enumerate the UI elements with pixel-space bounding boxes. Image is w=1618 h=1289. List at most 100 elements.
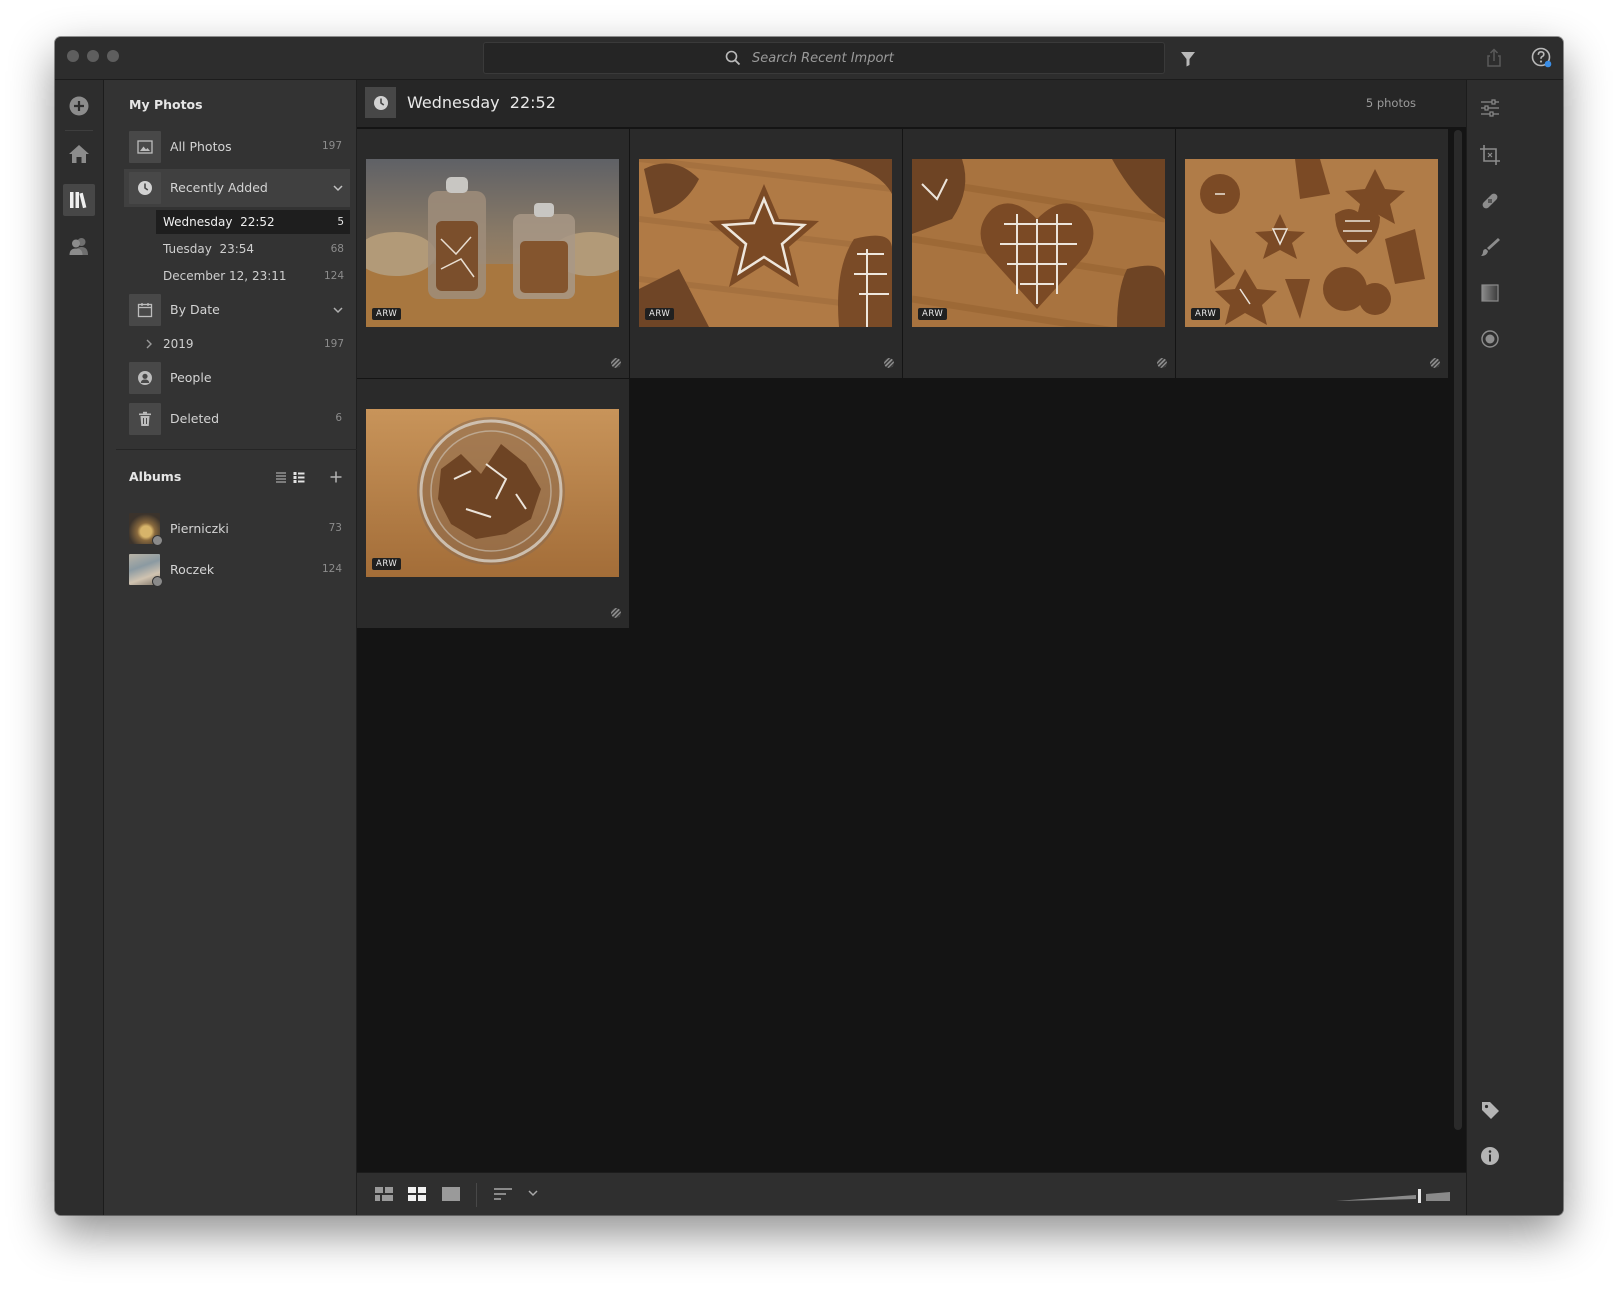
album-count: 124: [321, 563, 342, 575]
grid-title: Wednesday 22:52: [407, 93, 556, 112]
people-icon-box: [129, 362, 161, 394]
grid-scrollbar[interactable]: [1454, 130, 1462, 1130]
photo-cell[interactable]: ARW: [357, 129, 629, 378]
info-button[interactable]: [1477, 1143, 1503, 1169]
chevron-down-icon[interactable]: [332, 182, 344, 194]
raw-format-badge: ARW: [1191, 308, 1221, 320]
sync-stack-icon: [1430, 358, 1440, 368]
raw-format-badge: ARW: [372, 308, 402, 320]
radial-gradient-button[interactable]: [1477, 326, 1503, 352]
year-item[interactable]: 2019 197: [146, 332, 350, 356]
left-rail: [55, 80, 104, 1215]
album-label: Pierniczki: [170, 521, 229, 536]
people-icon: [69, 238, 88, 255]
linear-gradient-icon: [1481, 284, 1499, 302]
recent-import-item[interactable]: Tuesday 23:54 68: [156, 237, 350, 261]
recent-import-count: 5: [337, 216, 344, 228]
sidebar-item-recently-added[interactable]: Recently Added: [124, 169, 350, 207]
photo-cell[interactable]: ARW: [1176, 129, 1448, 378]
brush-button[interactable]: [1477, 234, 1503, 260]
sync-stack-icon: [611, 358, 621, 368]
chevron-down-icon[interactable]: [527, 1189, 539, 1199]
raw-format-badge: ARW: [372, 558, 402, 570]
photo-thumbnail[interactable]: [639, 159, 892, 327]
library-icon: [70, 192, 87, 209]
detail-view-icon[interactable]: [441, 1186, 461, 1202]
square-grid-icon[interactable]: [407, 1186, 427, 1202]
filter-icon[interactable]: [1176, 47, 1200, 71]
crop-icon: [1480, 145, 1500, 165]
minimize-window-button[interactable]: [87, 50, 99, 62]
library-button[interactable]: [63, 184, 95, 216]
keywords-button[interactable]: [1477, 1097, 1503, 1123]
brush-icon: [1481, 238, 1500, 256]
person-icon: [138, 371, 152, 385]
share-icon[interactable]: [1482, 46, 1506, 70]
all-photos-icon-box: [129, 131, 161, 163]
chevron-right-icon[interactable]: [144, 339, 154, 349]
add-photos-icon: [69, 96, 89, 116]
year-label: 2019: [163, 337, 194, 351]
album-item[interactable]: Pierniczki 73: [129, 512, 350, 546]
my-photos-title: My Photos: [129, 97, 203, 112]
library-sidebar: My Photos All Photos 197 Recently Added: [104, 80, 357, 1215]
clock-icon: [373, 95, 388, 110]
trash-icon: [139, 411, 151, 426]
title-bar: [55, 37, 1563, 80]
linear-gradient-button[interactable]: [1477, 280, 1503, 306]
add-photos-button[interactable]: [63, 90, 95, 122]
sync-stack-icon: [884, 358, 894, 368]
recent-import-item[interactable]: December 12, 23:11 124: [156, 264, 350, 288]
close-window-button[interactable]: [67, 50, 79, 62]
help-icon[interactable]: [1530, 46, 1554, 70]
sync-status-icon: [152, 576, 163, 587]
add-album-icon[interactable]: [329, 470, 343, 484]
zoom-window-button[interactable]: [107, 50, 119, 62]
recent-import-count: 124: [323, 270, 344, 282]
search-input[interactable]: [752, 48, 1132, 68]
photo-cell[interactable]: ARW: [357, 379, 629, 628]
right-rail: [1466, 80, 1563, 1215]
sync-stack-icon: [611, 608, 621, 618]
sort-icon[interactable]: [492, 1186, 514, 1202]
photo-thumbnail[interactable]: [366, 409, 619, 577]
photo-thumbnail[interactable]: [366, 159, 619, 327]
photo-grid-icon[interactable]: [374, 1186, 394, 1202]
sidebar-item-label: Recently Added: [170, 180, 268, 195]
album-item[interactable]: Roczek 124: [129, 553, 350, 587]
recently-added-icon-box: [129, 172, 161, 204]
recent-import-label: Wednesday 22:52: [163, 215, 275, 229]
grid-header: Wednesday 22:52 5 photos: [357, 80, 1466, 127]
radial-gradient-icon: [1481, 330, 1499, 348]
sidebar-item-all-photos[interactable]: All Photos 197: [124, 128, 350, 166]
crop-button[interactable]: [1477, 142, 1503, 168]
chevron-down-icon[interactable]: [332, 304, 344, 316]
search-icon: [725, 50, 741, 66]
healing-button[interactable]: [1477, 188, 1503, 214]
detail-list-icon[interactable]: [292, 470, 306, 484]
thumbnail-size-slider[interactable]: [1334, 1185, 1452, 1205]
photo-cell[interactable]: ARW: [903, 129, 1175, 378]
photo-cell[interactable]: ARW: [630, 129, 902, 378]
sidebar-item-by-date[interactable]: By Date: [124, 291, 350, 329]
home-button[interactable]: [63, 138, 95, 170]
list-view-icon[interactable]: [274, 470, 288, 484]
raw-format-badge: ARW: [918, 308, 948, 320]
edit-button[interactable]: [1477, 95, 1503, 121]
bottom-bar-divider: [476, 1183, 477, 1207]
sidebar-item-people[interactable]: People: [124, 359, 350, 397]
photo-count: 5 photos: [1365, 96, 1416, 110]
sidebar-divider: [116, 449, 357, 450]
rail-divider: [65, 130, 93, 131]
album-label: Roczek: [170, 562, 215, 577]
photo-thumbnail[interactable]: [912, 159, 1165, 327]
people-button[interactable]: [63, 230, 95, 262]
albums-title: Albums: [129, 469, 182, 484]
tag-icon: [1482, 1102, 1499, 1119]
album-count: 73: [328, 522, 342, 534]
sync-status-icon: [152, 535, 163, 546]
recent-import-item[interactable]: Wednesday 22:52 5: [156, 210, 350, 234]
photo-thumbnail[interactable]: [1185, 159, 1438, 327]
sidebar-item-deleted[interactable]: Deleted 6: [124, 400, 350, 438]
search-bar[interactable]: [483, 42, 1165, 74]
